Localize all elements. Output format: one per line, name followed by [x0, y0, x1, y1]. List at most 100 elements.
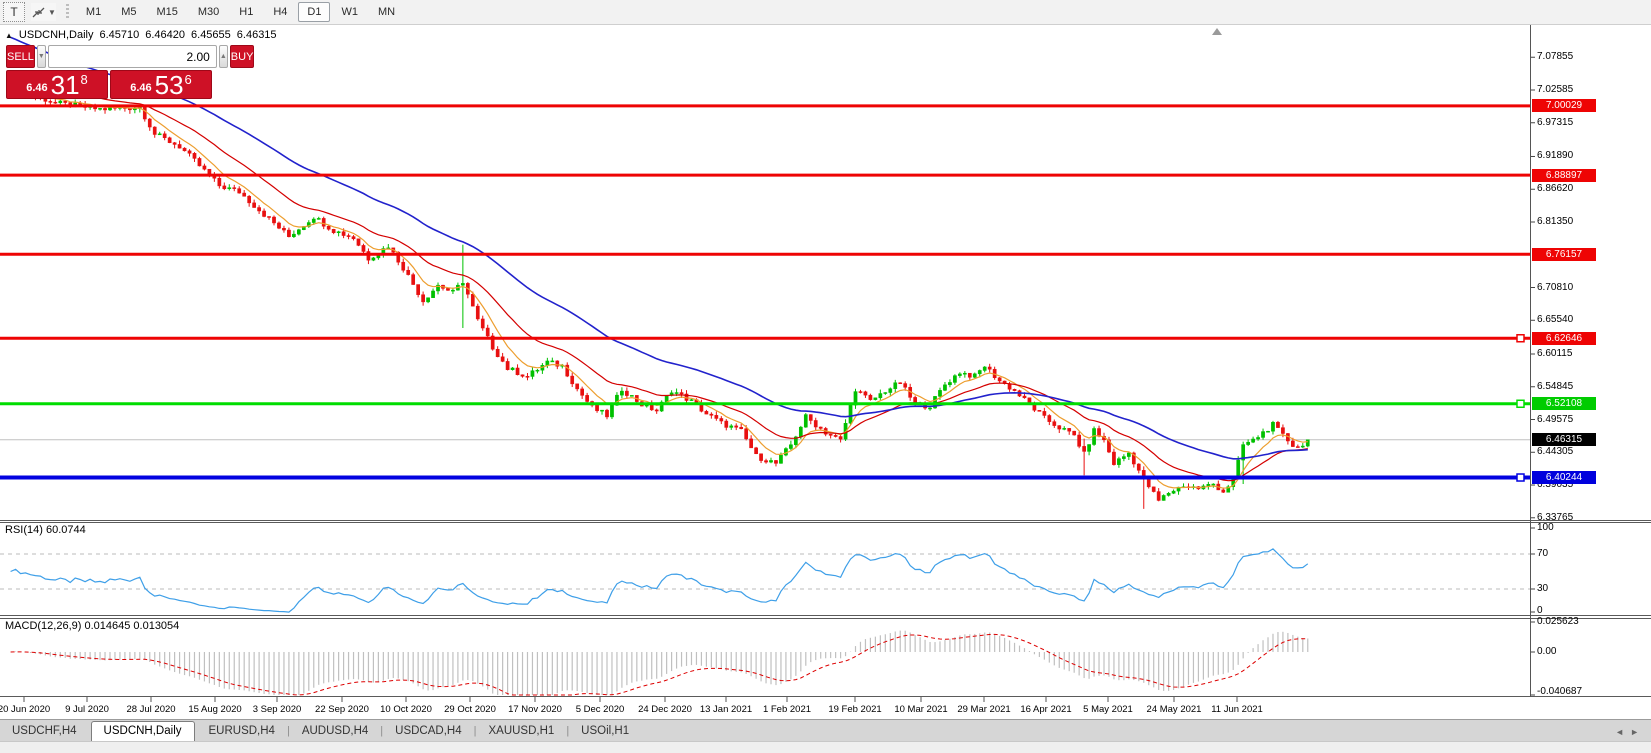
spin-down-icon: ▼ — [38, 53, 45, 60]
date-label: 19 Feb 2021 — [828, 704, 881, 715]
buy-button[interactable]: BUY — [230, 45, 255, 68]
price-axis-label: 6.60115 — [1537, 348, 1572, 359]
date-label: 3 Sep 2020 — [253, 704, 302, 715]
tab-usdchf-h4[interactable]: USDCHF,H4 — [0, 722, 89, 741]
tab-usdcnh-daily[interactable]: USDCNH,Daily — [91, 721, 195, 741]
date-label: 16 Apr 2021 — [1020, 704, 1071, 715]
price-badge-6.46315: 6.46315 — [1532, 433, 1596, 446]
date-label: 24 Dec 2020 — [638, 704, 692, 715]
price-axis-line — [1530, 25, 1531, 697]
timeframe-button-M1[interactable]: M1 — [77, 2, 110, 22]
buy-button-label: BUY — [231, 51, 254, 63]
date-label: 20 Jun 2020 — [0, 704, 50, 715]
sell-price-display[interactable]: 6.46 31 8 — [6, 70, 108, 99]
ohlc-low: 6.45655 — [191, 29, 231, 41]
volume-input[interactable] — [48, 45, 217, 68]
tab-scroll-arrows: ◄► — [1615, 727, 1645, 737]
text-tool-icon: T — [10, 5, 17, 19]
tab-usoil-h1[interactable]: USOil,H1 — [569, 722, 641, 741]
one-click-trading-panel: SELL ▼ ▲ BUY 6.46 31 8 6.46 53 6 — [6, 45, 212, 99]
price-axis-label: 7.02585 — [1537, 84, 1573, 95]
tab-audusd-h4[interactable]: AUDUSD,H4 — [290, 722, 380, 741]
date-label: 10 Oct 2020 — [380, 704, 432, 715]
rsi-panel[interactable] — [0, 522, 1651, 616]
sell-price-pip: 8 — [81, 72, 88, 87]
buy-price-display[interactable]: 6.46 53 6 — [110, 70, 212, 99]
price-axis-label: 7.07855 — [1537, 51, 1573, 62]
price-axis-label: 6.65540 — [1537, 314, 1573, 325]
timeframe-button-M5[interactable]: M5 — [112, 2, 145, 22]
timeframe-button-D1[interactable]: D1 — [298, 2, 330, 22]
text-tool-button[interactable]: T — [3, 2, 25, 22]
timeframe-button-MN[interactable]: MN — [369, 2, 404, 22]
chart-header: ▲ USDCNH,Daily 6.45710 6.46420 6.45655 6… — [5, 29, 277, 41]
status-bar — [0, 741, 1651, 753]
chart-tabs: USDCHF,H4USDCNH,DailyEURUSD,H4|AUDUSD,H4… — [0, 721, 641, 741]
crosshair-icon — [31, 6, 46, 19]
date-label: 24 May 2021 — [1147, 704, 1202, 715]
volume-down-button[interactable]: ▼ — [37, 45, 46, 68]
date-label: 5 Dec 2020 — [576, 704, 625, 715]
price-axis-label: 6.49575 — [1537, 414, 1573, 425]
rsi-axis-label: 0 — [1537, 605, 1543, 616]
date-label: 5 May 2021 — [1083, 704, 1133, 715]
price-axis-label: 6.97315 — [1537, 117, 1573, 128]
macd-axis-label: -0.040687 — [1537, 686, 1582, 697]
date-label: 10 Mar 2021 — [894, 704, 947, 715]
date-label: 9 Jul 2020 — [65, 704, 109, 715]
date-label: 15 Aug 2020 — [188, 704, 241, 715]
volume-up-button[interactable]: ▲ — [219, 45, 228, 68]
sell-price-big: 31 — [51, 73, 80, 97]
chart-tabbar: USDCHF,H4USDCNH,DailyEURUSD,H4|AUDUSD,H4… — [0, 719, 1651, 741]
buy-price-pip: 6 — [185, 72, 192, 87]
timeframe-button-H1[interactable]: H1 — [230, 2, 262, 22]
sell-price-prefix: 6.46 — [26, 82, 47, 94]
crosshair-tool-button[interactable]: ▼ — [31, 3, 56, 21]
price-chart-panel[interactable] — [0, 25, 1651, 521]
price-badge-6.40244: 6.40244 — [1532, 471, 1596, 484]
timeframe-button-W1[interactable]: W1 — [332, 2, 367, 22]
macd-axis-label: 0.00 — [1537, 646, 1556, 657]
date-label: 17 Nov 2020 — [508, 704, 562, 715]
date-label: 13 Jan 2021 — [700, 704, 752, 715]
date-label: 1 Feb 2021 — [763, 704, 811, 715]
rsi-label: RSI(14) 60.0744 — [5, 524, 86, 536]
rsi-axis-label: 30 — [1537, 583, 1548, 594]
buy-price-prefix: 6.46 — [130, 82, 151, 94]
ohlc-high: 6.46420 — [145, 29, 185, 41]
buy-price-big: 53 — [155, 73, 184, 97]
ohlc-close: 6.46315 — [237, 29, 277, 41]
tab-xauusd-h1[interactable]: XAUUSD,H1 — [476, 722, 566, 741]
tab-scroll-left-icon[interactable]: ◄ — [1615, 727, 1630, 737]
timeframe-button-M30[interactable]: M30 — [189, 2, 228, 22]
sell-button[interactable]: SELL — [6, 45, 35, 68]
price-badge-6.76157: 6.76157 — [1532, 248, 1596, 261]
symbol-title: USDCNH,Daily — [19, 29, 94, 41]
timeframe-buttons: M1M5M15M30H1H4D1W1MN — [76, 2, 405, 22]
toolbar-grip[interactable] — [66, 4, 69, 20]
price-axis-label: 6.86620 — [1537, 183, 1573, 194]
timeframe-button-M15[interactable]: M15 — [147, 2, 186, 22]
price-axis-label: 6.44305 — [1537, 446, 1573, 457]
price-axis-label: 6.54845 — [1537, 381, 1573, 392]
sell-button-label: SELL — [7, 51, 34, 63]
tab-scroll-right-icon[interactable]: ► — [1630, 727, 1645, 737]
date-label: 29 Mar 2021 — [957, 704, 1010, 715]
date-label: 29 Oct 2020 — [444, 704, 496, 715]
chevron-down-icon: ▼ — [48, 8, 56, 17]
tab-eurusd-h4[interactable]: EURUSD,H4 — [197, 722, 287, 741]
date-label: 22 Sep 2020 — [315, 704, 369, 715]
collapse-icon[interactable]: ▲ — [5, 31, 13, 40]
spin-up-icon: ▲ — [220, 53, 227, 60]
tab-usdcad-h4[interactable]: USDCAD,H4 — [383, 722, 473, 741]
date-label: 11 Jun 2021 — [1211, 704, 1263, 715]
toolbar: T ▼ M1M5M15M30H1H4D1W1MN — [0, 0, 1651, 25]
price-axis-label: 6.91890 — [1537, 150, 1573, 161]
macd-panel[interactable] — [0, 618, 1651, 697]
rsi-axis-label: 100 — [1537, 522, 1554, 533]
timeframe-button-H4[interactable]: H4 — [264, 2, 296, 22]
macd-label: MACD(12,26,9) 0.014645 0.013054 — [5, 620, 179, 632]
price-badge-7.00029: 7.00029 — [1532, 99, 1596, 112]
mt4-window: T ▼ M1M5M15M30H1H4D1W1MN ▲ USDCNH,Daily … — [0, 0, 1651, 753]
price-badge-6.88897: 6.88897 — [1532, 169, 1596, 182]
